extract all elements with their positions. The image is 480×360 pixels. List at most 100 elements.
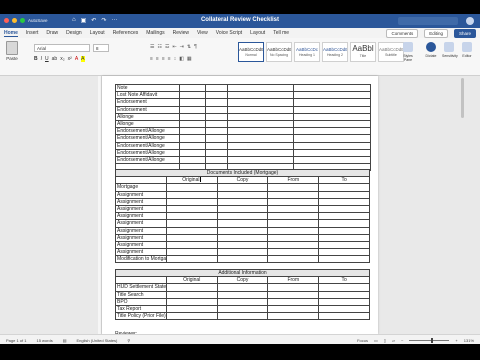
- bold-button[interactable]: B: [34, 56, 38, 62]
- copy-cell[interactable]: [205, 119, 228, 129]
- dictate-button[interactable]: Dictate: [424, 42, 438, 58]
- document-area[interactable]: Note Lost Note Affidavit Endorsement Endors…: [0, 76, 480, 337]
- style-normal[interactable]: AaBbCcDdEe Normal: [238, 42, 264, 62]
- print-layout-icon[interactable]: ▯: [384, 338, 386, 343]
- to-cell[interactable]: [318, 248, 370, 257]
- copy-cell[interactable]: [216, 290, 269, 299]
- original-cell[interactable]: [165, 190, 218, 199]
- original-cell[interactable]: [179, 105, 206, 114]
- highlight-button[interactable]: A: [81, 56, 85, 62]
- align-center-icon[interactable]: ≡: [156, 56, 159, 62]
- editing-button[interactable]: Editing: [424, 29, 448, 38]
- comments-button[interactable]: Comments: [386, 29, 419, 38]
- original-cell[interactable]: [179, 127, 206, 136]
- original-cell[interactable]: [165, 183, 218, 192]
- shading-icon[interactable]: ◧: [179, 56, 184, 62]
- word-count[interactable]: 15 words: [36, 338, 52, 343]
- from-cell[interactable]: [267, 204, 320, 214]
- font-color-button[interactable]: A: [75, 56, 78, 62]
- original-cell[interactable]: [179, 119, 206, 129]
- to-cell[interactable]: [318, 226, 370, 235]
- to-cell[interactable]: [318, 312, 370, 321]
- style-no-spacing[interactable]: AaBbCcDdEe No Spacing: [266, 42, 292, 62]
- copy-cell[interactable]: [216, 248, 269, 257]
- to-cell[interactable]: [293, 83, 371, 93]
- row-label[interactable]: Assignment: [115, 204, 167, 214]
- copy-cell[interactable]: [205, 148, 228, 157]
- from-cell[interactable]: [267, 219, 320, 228]
- row-label[interactable]: Assignment: [115, 197, 167, 206]
- to-cell[interactable]: [293, 141, 371, 150]
- from-cell[interactable]: [267, 212, 320, 221]
- original-cell[interactable]: [165, 248, 218, 257]
- tab-tell-me[interactable]: Tell me: [273, 30, 289, 36]
- from-cell[interactable]: [227, 119, 294, 129]
- to-cell[interactable]: [318, 255, 370, 264]
- proofing-icon[interactable]: ▤: [63, 338, 67, 343]
- from-cell[interactable]: [267, 297, 320, 306]
- to-cell[interactable]: [293, 119, 371, 129]
- zoom-slider[interactable]: [409, 338, 450, 343]
- font-size-select[interactable]: 8: [93, 44, 109, 52]
- original-cell[interactable]: [179, 112, 206, 121]
- copy-cell[interactable]: [216, 304, 269, 314]
- decrease-indent-icon[interactable]: ⇤: [172, 44, 176, 50]
- align-left-icon[interactable]: ≡: [150, 56, 153, 62]
- original-cell[interactable]: [179, 155, 206, 165]
- to-cell[interactable]: [293, 112, 371, 121]
- original-cell[interactable]: [165, 255, 218, 264]
- to-cell[interactable]: [293, 148, 371, 157]
- from-cell[interactable]: [227, 98, 294, 107]
- row-label[interactable]: Endorsement/Allonge: [115, 141, 180, 150]
- tab-references[interactable]: References: [113, 30, 139, 36]
- tab-design[interactable]: Design: [66, 30, 82, 36]
- to-cell[interactable]: [318, 219, 370, 228]
- row-label[interactable]: Endorsement: [115, 98, 180, 107]
- language-indicator[interactable]: English (United States): [76, 338, 117, 343]
- copy-cell[interactable]: [216, 297, 269, 306]
- from-cell[interactable]: [267, 240, 320, 250]
- from-cell[interactable]: [227, 141, 294, 150]
- original-cell[interactable]: [179, 83, 206, 93]
- tab-layout-2[interactable]: Layout: [250, 30, 265, 36]
- focus-button[interactable]: Focus: [357, 338, 368, 343]
- borders-icon[interactable]: ▦: [187, 56, 192, 62]
- row-label[interactable]: Assignment: [115, 226, 167, 235]
- to-cell[interactable]: [318, 233, 370, 242]
- to-cell[interactable]: [318, 183, 370, 192]
- row-label[interactable]: Assignment: [115, 219, 167, 228]
- original-cell[interactable]: [179, 141, 206, 150]
- row-label[interactable]: Note: [115, 83, 180, 93]
- from-cell[interactable]: [267, 233, 320, 242]
- zoom-level[interactable]: 131%: [464, 338, 474, 343]
- from-cell[interactable]: [227, 105, 294, 114]
- original-cell[interactable]: [179, 134, 206, 143]
- style-heading-2[interactable]: AaBbCcDdE Heading 2: [322, 42, 348, 62]
- original-cell[interactable]: [165, 197, 218, 206]
- copy-cell[interactable]: [216, 233, 269, 242]
- to-cell[interactable]: [318, 190, 370, 199]
- row-label[interactable]: Endorsement/Allonge: [115, 155, 180, 165]
- copy-cell[interactable]: [216, 212, 269, 221]
- show-marks-icon[interactable]: ¶: [194, 44, 197, 50]
- from-cell[interactable]: [267, 290, 320, 299]
- original-cell[interactable]: [179, 91, 206, 100]
- sort-icon[interactable]: ⇅: [187, 44, 191, 50]
- row-label[interactable]: Assignment: [115, 233, 167, 242]
- from-cell[interactable]: [267, 183, 320, 192]
- to-cell[interactable]: [318, 297, 370, 306]
- from-cell[interactable]: [267, 197, 320, 206]
- from-cell[interactable]: [227, 134, 294, 143]
- to-cell[interactable]: [318, 212, 370, 221]
- original-cell[interactable]: [179, 98, 206, 107]
- multilevel-icon[interactable]: ☲: [165, 44, 169, 50]
- numbering-icon[interactable]: ☷: [157, 44, 161, 50]
- original-cell[interactable]: [165, 212, 218, 221]
- justify-icon[interactable]: ≡: [168, 56, 171, 62]
- align-right-icon[interactable]: ≡: [162, 56, 165, 62]
- to-cell[interactable]: [293, 134, 371, 143]
- tab-home[interactable]: Home: [4, 30, 18, 37]
- tab-mailings[interactable]: Mailings: [146, 30, 164, 36]
- document-page[interactable]: Note Lost Note Affidavit Endorsement Endors…: [102, 76, 378, 337]
- row-label[interactable]: HUD Settlement Statement: [115, 283, 167, 292]
